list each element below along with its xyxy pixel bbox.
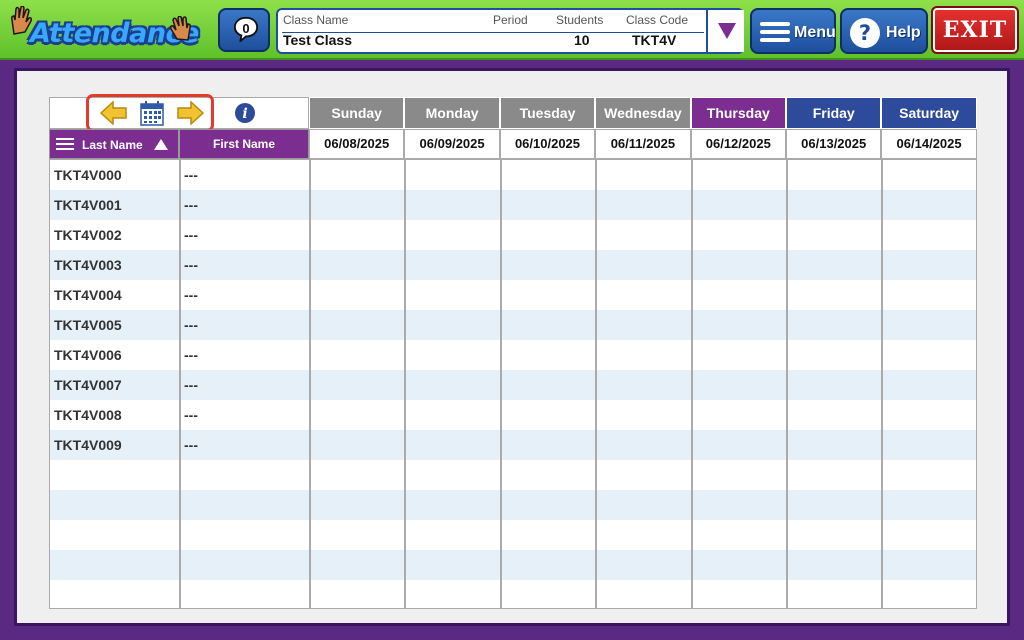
day-header-thursday: Thursday [690,97,786,129]
student-last-name: TKT4V004 [54,287,122,303]
column-divider [690,160,693,608]
table-row[interactable]: TKT4V006 --- [50,340,976,370]
column-divider [881,160,884,608]
student-first-name: --- [184,257,198,273]
class-code-value: TKT4V [632,32,677,48]
help-label: Help [886,24,921,41]
day-header-sunday: Sunday [309,97,405,129]
column-divider [499,160,502,608]
column-divider [179,160,181,608]
exit-button[interactable]: EXIT [931,6,1019,54]
period-label: Period [493,13,528,27]
table-row[interactable] [50,520,976,550]
info-icon[interactable]: i [234,102,256,124]
question-mark-icon: ? [850,18,880,48]
student-last-name: TKT4V003 [54,257,122,273]
class-name-value: Test Class [283,32,352,48]
date-header-wednesday[interactable]: 06/11/2025 [595,129,691,159]
student-first-name: --- [184,407,198,423]
day-header-tuesday: Tuesday [499,97,596,129]
table-row[interactable]: TKT4V007 --- [50,370,976,400]
table-row[interactable]: TKT4V000 --- [50,160,976,190]
student-first-name: --- [184,377,198,393]
table-row[interactable]: TKT4V002 --- [50,220,976,250]
class-code-label: Class Code [626,13,689,27]
student-last-name: TKT4V001 [54,197,122,213]
student-first-name: --- [184,227,198,243]
date-header-monday[interactable]: 06/09/2025 [404,129,500,159]
svg-text:i: i [242,106,247,122]
table-row[interactable]: TKT4V004 --- [50,280,976,310]
date-header-tuesday[interactable]: 06/10/2025 [499,129,596,159]
table-row[interactable]: TKT4V001 --- [50,190,976,220]
first-name-header[interactable]: First Name [179,129,309,159]
student-last-name: TKT4V008 [54,407,122,423]
date-header-saturday[interactable]: 06/14/2025 [881,129,977,159]
table-row[interactable]: TKT4V009 --- [50,430,976,460]
table-row[interactable] [50,460,976,490]
app-logo: Attendance [8,6,199,52]
message-count: 0 [242,21,250,36]
day-header-wednesday: Wednesday [595,97,691,129]
date-header-thursday[interactable]: 06/12/2025 [690,129,786,159]
student-first-name: --- [184,287,198,303]
day-header-friday: Friday [786,97,882,129]
table-row[interactable] [50,580,976,610]
table-row[interactable]: TKT4V008 --- [50,400,976,430]
left-arrow-icon[interactable] [100,101,128,125]
week-navigation: i [49,94,309,132]
hamburger-icon [760,22,790,42]
student-first-name: --- [184,167,198,183]
date-header-friday[interactable]: 06/13/2025 [786,129,882,159]
right-arrow-icon[interactable] [176,101,204,125]
student-first-name: --- [184,347,198,363]
main-panel: i Last Name First Name Sunday 06/08/2025 M… [14,68,1010,626]
students-label: Students [556,13,604,27]
day-header-saturday: Saturday [881,97,977,129]
menu-label: Menu [794,24,836,41]
hamburger-icon [56,138,74,150]
triangle-down-icon [718,23,736,39]
student-last-name: TKT4V009 [54,437,122,453]
last-name-label: Last Name [82,138,143,152]
table-row[interactable] [50,490,976,520]
top-bar: Attendance 0 Class Name Period Students … [0,0,1024,60]
class-info-panel[interactable]: Class Name Period Students Class Code Te… [276,8,744,54]
sort-ascending-icon [154,139,168,150]
last-name-header[interactable]: Last Name [49,129,179,159]
student-first-name: --- [184,197,198,213]
table-row[interactable]: TKT4V003 --- [50,250,976,280]
student-last-name: TKT4V005 [54,317,122,333]
date-header-sunday[interactable]: 06/08/2025 [309,129,405,159]
raised-hand-icon [170,16,191,41]
column-divider [309,160,311,608]
class-name-label: Class Name [283,13,349,27]
student-last-name: TKT4V007 [54,377,122,393]
day-header-monday: Monday [404,97,500,129]
menu-button[interactable]: Menu [750,8,836,54]
student-first-name: --- [184,317,198,333]
student-last-name: TKT4V006 [54,347,122,363]
column-divider [404,160,407,608]
attendance-grid: i Last Name First Name Sunday 06/08/2025 M… [49,94,977,610]
class-dropdown-button[interactable] [706,10,744,52]
table-row[interactable]: TKT4V005 --- [50,310,976,340]
messages-button[interactable]: 0 [218,8,270,52]
calendar-icon[interactable] [140,100,164,126]
help-button[interactable]: ? Help [840,8,928,54]
table-row[interactable] [50,550,976,580]
student-last-name: TKT4V002 [54,227,122,243]
student-first-name: --- [184,437,198,453]
column-divider [786,160,788,608]
student-last-name: TKT4V000 [54,167,122,183]
student-rows: TKT4V000 --- TKT4V001 --- TKT4V002 --- TKT4V00… [49,159,977,609]
students-value: 10 [574,32,590,48]
svg-text:?: ? [859,21,871,45]
column-divider [595,160,598,608]
